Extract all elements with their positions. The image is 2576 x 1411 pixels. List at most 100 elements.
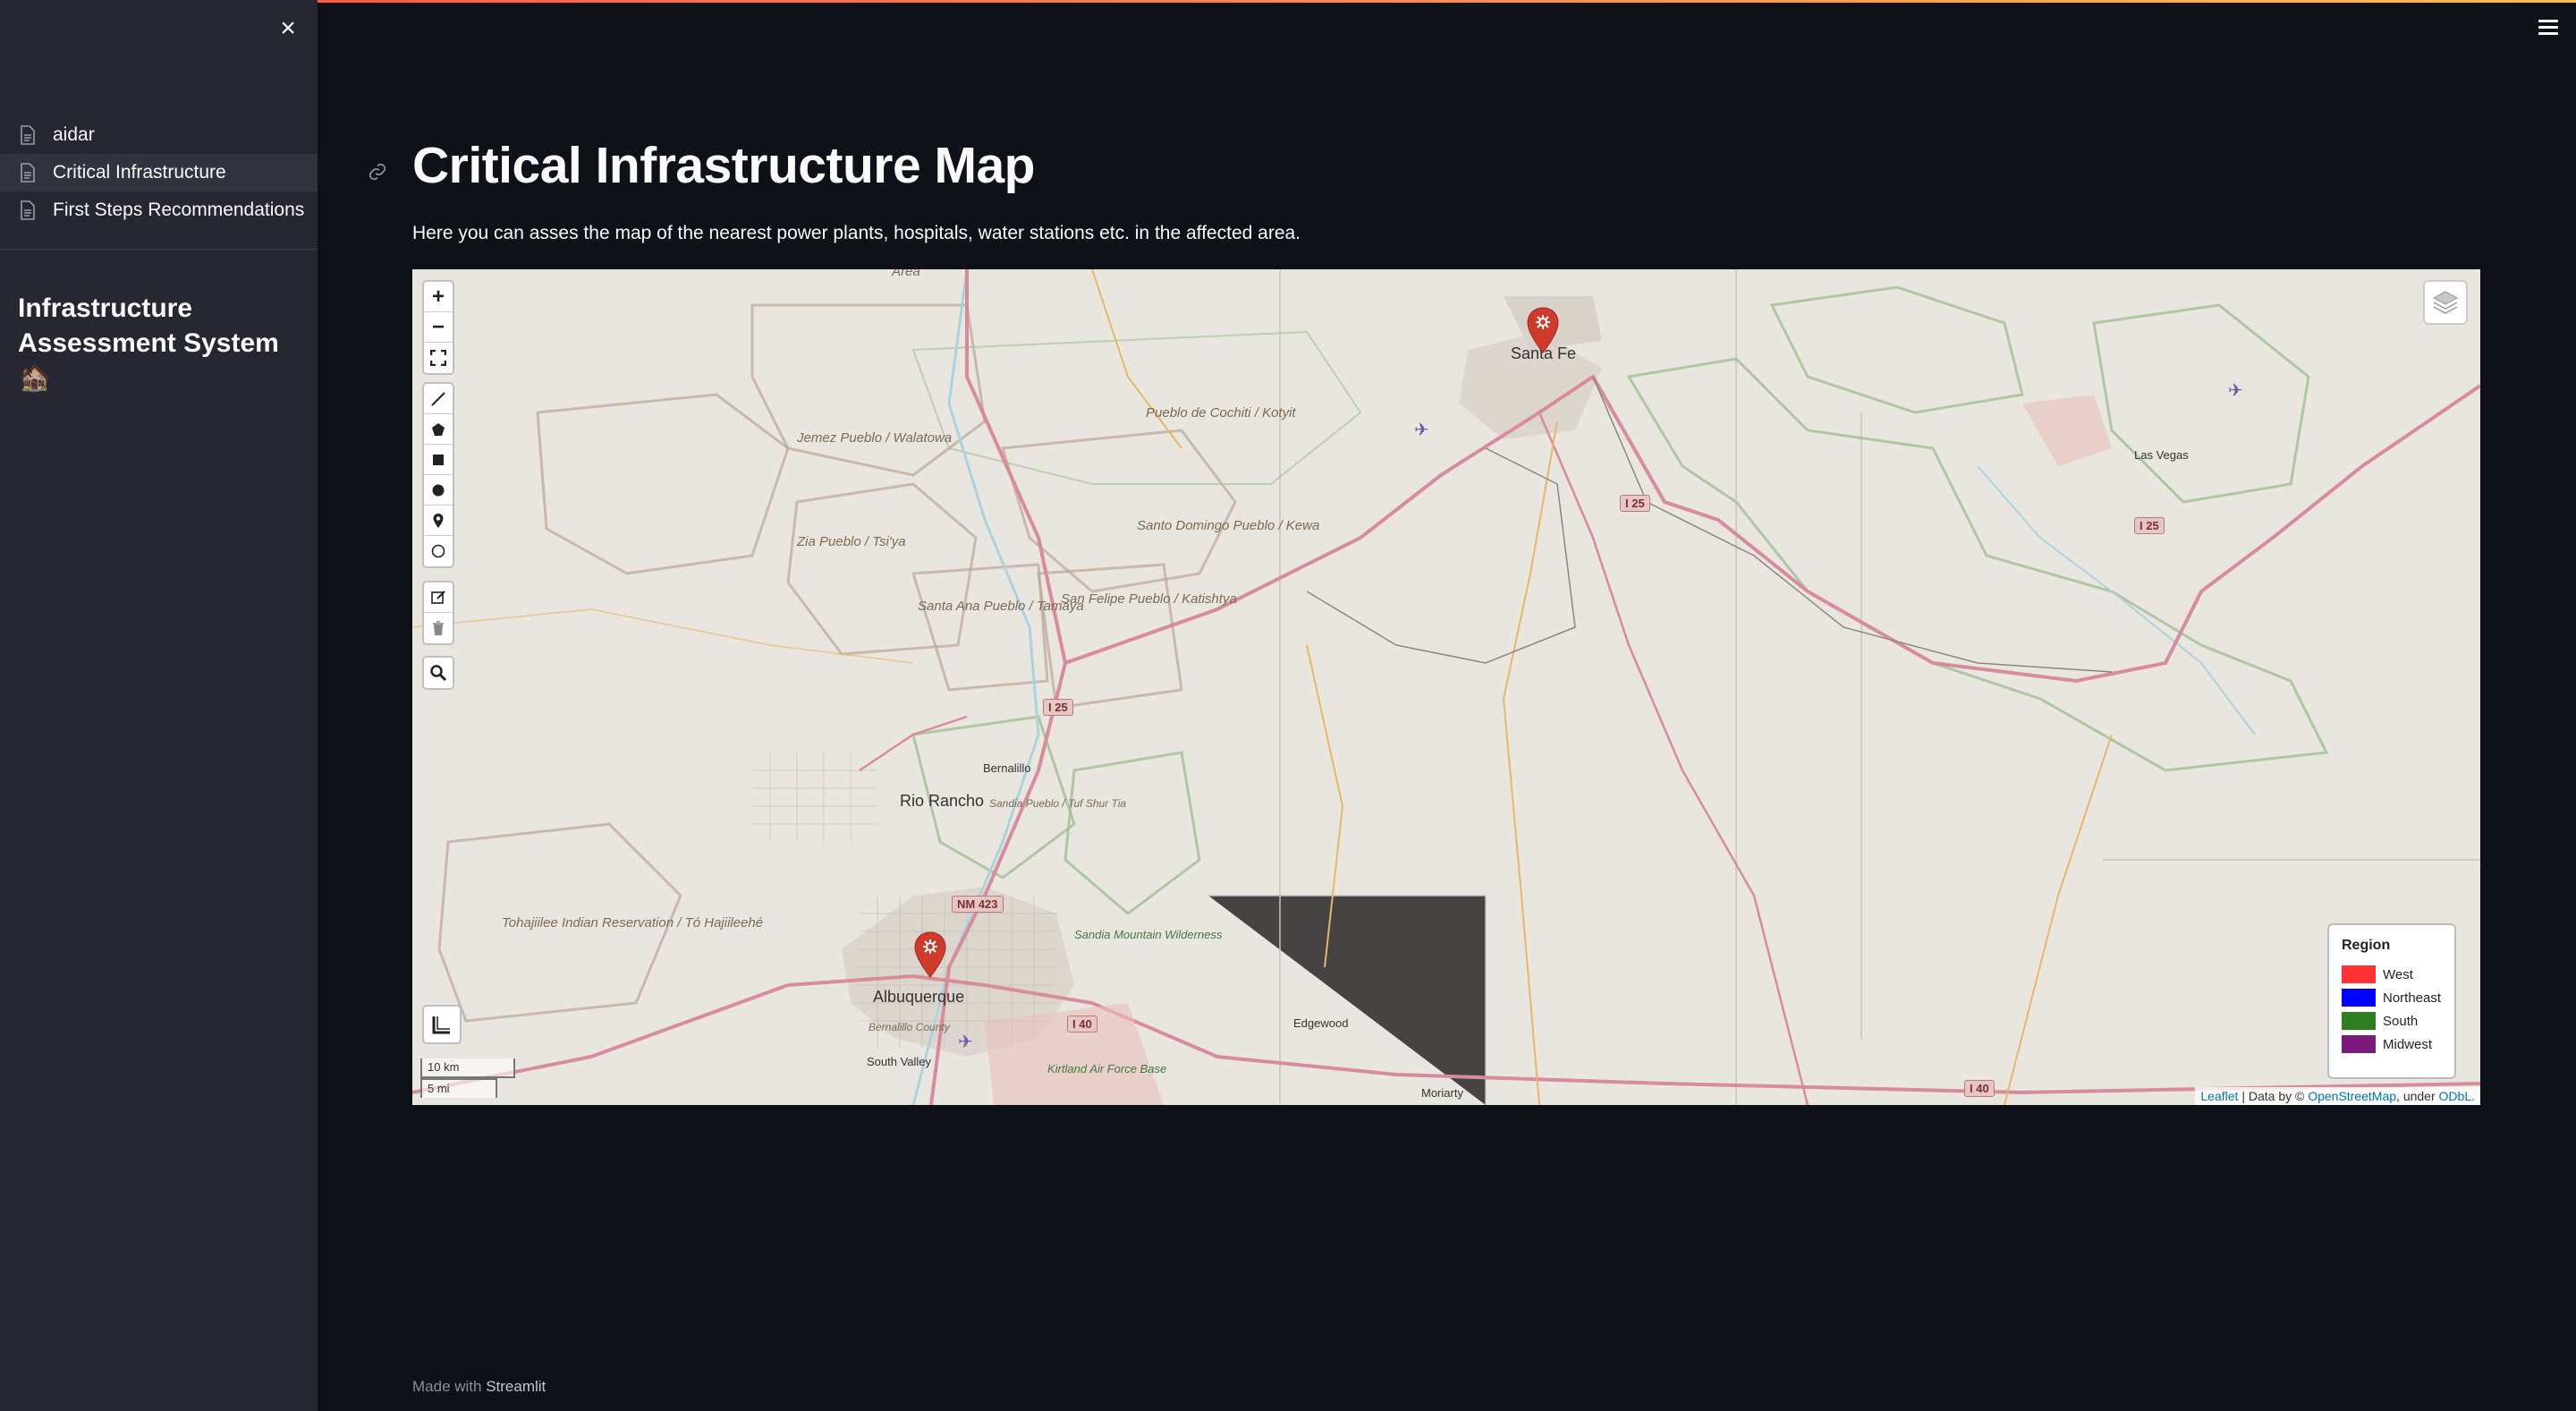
footer: Made with Streamlit — [412, 1378, 546, 1396]
rectangle-icon — [433, 454, 444, 465]
circle-icon — [432, 484, 445, 496]
page-description: Here you can asses the map of the neares… — [412, 223, 1301, 243]
region-legend: Region West Northeast South Midwest — [2327, 923, 2456, 1079]
map-container[interactable]: ✈ ✈ ✈ Santa Fe Albuquerque Rio Rancho La… — [412, 269, 2480, 1105]
map-attribution: Leaflet | Data by © OpenStreetMap, under… — [2195, 1087, 2480, 1105]
polyline-icon — [431, 391, 445, 406]
map-marker-icon — [914, 931, 946, 978]
edit-layers-button[interactable] — [424, 582, 453, 613]
area-label: Zia Pueblo / Tsi'ya — [797, 534, 906, 549]
scale-mi: 5 mi — [420, 1078, 497, 1098]
draw-rectangle-button[interactable] — [424, 445, 453, 475]
fullscreen-icon — [430, 350, 446, 366]
interstate-shield: I 25 — [2134, 517, 2165, 534]
document-icon — [21, 125, 35, 145]
legend-item: Midwest — [2342, 1033, 2442, 1056]
draw-circle-button[interactable] — [424, 475, 453, 506]
sidebar-title: Infrastructure Assessment System 🏚️ — [18, 293, 279, 393]
search-button[interactable] — [424, 658, 453, 688]
hamburger-menu-icon[interactable] — [2538, 20, 2558, 36]
fullscreen-button[interactable] — [424, 343, 453, 373]
legend-label: South — [2383, 1013, 2419, 1029]
area-label: Area — [892, 269, 920, 279]
sidebar-item-first-steps-recommendations[interactable]: First Steps Recommendations — [0, 191, 318, 229]
odbl-link[interactable]: ODbL. — [2439, 1089, 2475, 1103]
highway-shield: NM 423 — [952, 896, 1004, 913]
search-icon — [430, 665, 447, 682]
link-icon[interactable] — [356, 150, 399, 193]
infrastructure-marker-albuquerque[interactable] — [913, 931, 947, 978]
area-label: Bernalillo County — [869, 1021, 950, 1033]
draw-marker-button[interactable] — [424, 506, 453, 536]
area-label: San Felipe Pueblo / Katishtya — [1061, 591, 1237, 607]
town-label: Bernalillo — [983, 761, 1031, 775]
zoom-control: + − — [422, 280, 454, 375]
svg-text:✈: ✈ — [958, 1033, 973, 1052]
area-label: Sandia Pueblo / Tuf Shur Tia — [989, 797, 1127, 810]
town-label: Edgewood — [1293, 1016, 1349, 1030]
search-control — [422, 656, 454, 690]
infrastructure-marker-santa-fe[interactable] — [1526, 307, 1560, 353]
area-label: Jemez Pueblo / Walatowa — [797, 430, 953, 446]
sidebar-item-critical-infrastructure[interactable]: Critical Infrastructure — [0, 154, 318, 191]
edit-toolbar — [422, 581, 454, 645]
sidebar-nav: aidar Critical Infrastructure First Step… — [0, 116, 318, 229]
circlemarker-icon — [431, 544, 445, 558]
draw-circlemarker-button[interactable] — [424, 536, 453, 566]
draw-polygon-button[interactable] — [424, 414, 453, 445]
legend-title: Region — [2342, 938, 2391, 953]
legend-item: Northeast — [2342, 986, 2442, 1009]
interstate-shield: I 40 — [1964, 1080, 1995, 1097]
sidebar-item-label: aidar — [53, 124, 95, 145]
zoom-out-button[interactable]: − — [424, 312, 453, 343]
sidebar-item-aidar[interactable]: aidar — [0, 116, 318, 154]
legend-label: West — [2383, 966, 2413, 982]
zoom-in-button[interactable]: + — [424, 282, 453, 312]
legend-swatch — [2342, 965, 2376, 983]
area-label: Tohajiilee Indian Reservation / Tó Hajii… — [502, 915, 763, 931]
interstate-shield: I 25 — [1043, 699, 1073, 716]
sidebar: × aidar Critical Infrastructure First St… — [0, 0, 318, 1411]
layers-control-button[interactable] — [2423, 280, 2468, 325]
sidebar-item-label: Critical Infrastructure — [53, 162, 226, 183]
sidebar-divider — [0, 249, 318, 250]
layers-icon — [2432, 291, 2459, 314]
legend-swatch — [2342, 1012, 2376, 1030]
legend-swatch — [2342, 989, 2376, 1007]
legend-label: Midwest — [2383, 1036, 2433, 1052]
streamlit-link[interactable]: Streamlit — [486, 1378, 546, 1395]
draw-toolbar — [422, 382, 454, 568]
map-marker-icon — [1527, 307, 1559, 353]
draw-polyline-button[interactable] — [424, 384, 453, 414]
town-label: Moriarty — [1421, 1086, 1463, 1100]
area-label: Santo Domingo Pueblo / Kewa — [1137, 518, 1320, 533]
city-label: Albuquerque — [873, 988, 965, 1006]
leaflet-link[interactable]: Leaflet — [2200, 1089, 2238, 1103]
edit-icon — [431, 590, 445, 604]
svg-text:✈: ✈ — [1414, 421, 1429, 440]
polygon-icon — [432, 422, 445, 436]
document-icon — [21, 163, 35, 183]
delete-layers-button[interactable] — [424, 613, 453, 643]
town-label: South Valley — [867, 1055, 932, 1068]
document-icon — [21, 200, 35, 220]
close-sidebar-icon[interactable]: × — [275, 15, 301, 42]
town-label: Las Vegas — [2134, 448, 2189, 462]
legend-item: West — [2342, 963, 2442, 986]
city-label: Rio Rancho — [900, 792, 985, 810]
park-label: Sandia Mountain Wilderness — [1074, 928, 1222, 942]
legend-swatch — [2342, 1035, 2376, 1053]
footer-text: Made with — [412, 1378, 487, 1395]
basemap: ✈ ✈ ✈ — [412, 269, 2480, 1105]
area-label: Santa Ana Pueblo / Tamaya — [918, 599, 1084, 614]
interstate-shield: I 40 — [1067, 1016, 1097, 1033]
marker-icon — [433, 513, 444, 528]
measure-button[interactable] — [422, 1005, 462, 1044]
ruler-icon — [432, 1016, 450, 1034]
legend-label: Northeast — [2383, 990, 2442, 1006]
attribution-text: , under — [2396, 1089, 2439, 1103]
top-decoration-bar — [0, 0, 2576, 3]
park-label: Kirtland Air Force Base — [1047, 1062, 1167, 1075]
openstreetmap-link[interactable]: OpenStreetMap — [2308, 1089, 2396, 1103]
page-title: Critical Infrastructure Map — [412, 137, 1036, 194]
